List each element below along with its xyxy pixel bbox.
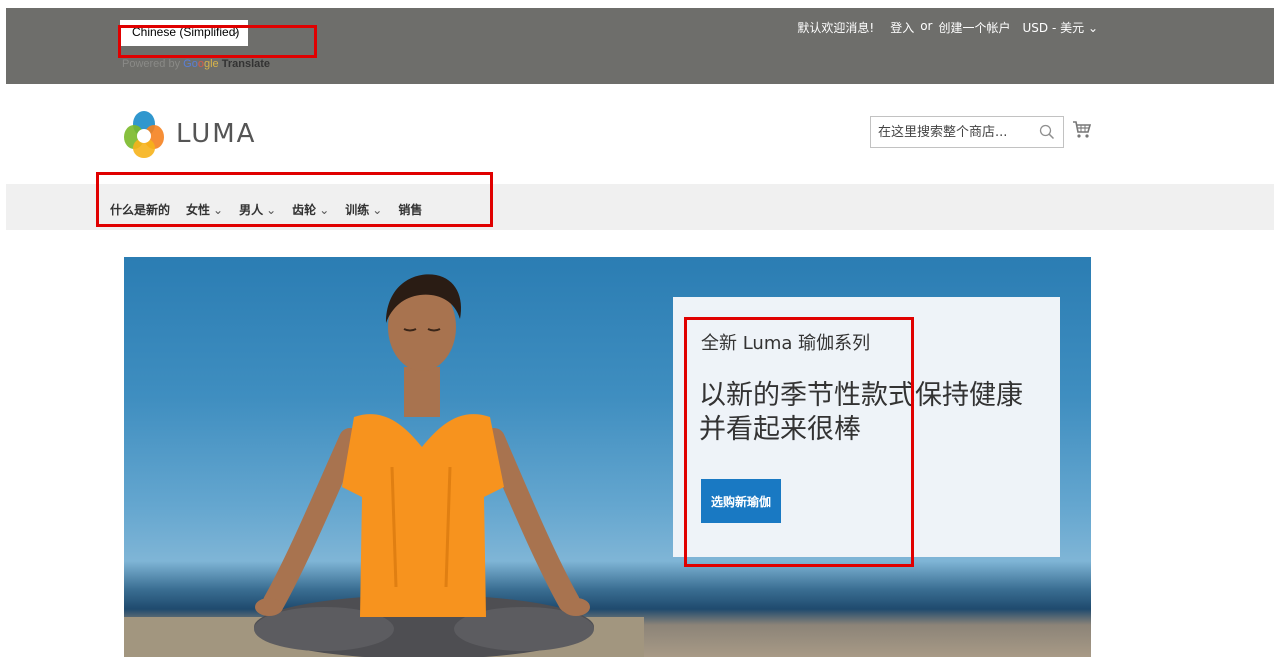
- nav-item-label: 什么是新的: [110, 203, 171, 217]
- luma-logo-icon: [124, 110, 164, 158]
- or-label: or: [920, 19, 933, 33]
- google-logo-part-3: gle: [203, 58, 219, 70]
- language-select[interactable]: Chinese (Simplified) ⌄: [120, 20, 248, 46]
- google-logo-part-1: Go: [183, 58, 198, 70]
- chevron-down-icon: ⌄: [230, 25, 240, 37]
- translate-link[interactable]: Translate: [222, 58, 270, 70]
- nav-item-gear[interactable]: 齿轮 ⌄: [292, 201, 329, 218]
- chevron-down-icon: ⌄: [372, 203, 383, 217]
- shop-new-yoga-button[interactable]: 选购新瑜伽: [701, 479, 781, 523]
- nav-items: 什么是新的 女性 ⌄ 男人 ⌄ 齿轮 ⌄ 训练 ⌄ 销售: [110, 201, 438, 218]
- currency-switcher[interactable]: USD - 美元 ⌄: [1023, 19, 1099, 36]
- yoga-woman-image: [124, 274, 644, 657]
- powered-by-google-translate: Powered by Google Translate: [122, 58, 270, 70]
- search-input[interactable]: [871, 117, 1031, 147]
- promo-headline: 以新的季节性款式保持健康并看起来很棒: [699, 380, 1023, 445]
- promo-card: 全新 Luma 瑜伽系列 以新的季节性款式保持健康并看起来很棒 选购新瑜伽: [673, 297, 1060, 557]
- powered-by-label: Powered by: [122, 58, 181, 70]
- nav-item-whats-new[interactable]: 什么是新的: [110, 201, 170, 218]
- create-account-link[interactable]: 创建一个帐户: [938, 19, 1010, 36]
- search-box: [870, 116, 1064, 148]
- currency-value: USD - 美元: [1022, 21, 1085, 35]
- chevron-down-icon: ⌄: [319, 203, 330, 217]
- cart-icon[interactable]: [1072, 120, 1092, 140]
- nav-item-label: 训练: [345, 203, 370, 217]
- chevron-down-icon: ⌄: [213, 203, 224, 217]
- nav-item-training[interactable]: 训练 ⌄: [345, 201, 382, 218]
- nav-item-label: 齿轮: [292, 203, 317, 217]
- promo-kicker: 全新 Luma 瑜伽系列: [701, 333, 871, 354]
- nav-item-label: 销售: [398, 203, 423, 217]
- welcome-message: 默认欢迎消息!: [797, 21, 875, 35]
- nav-item-men[interactable]: 男人 ⌄: [239, 201, 276, 218]
- nav-item-women[interactable]: 女性 ⌄: [186, 201, 223, 218]
- search-icon[interactable]: [1039, 124, 1055, 140]
- language-select-value: Chinese (Simplified): [132, 25, 240, 39]
- hero-banner[interactable]: 全新 Luma 瑜伽系列 以新的季节性款式保持健康并看起来很棒 选购新瑜伽: [124, 257, 1091, 657]
- nav-item-label: 女性: [186, 203, 211, 217]
- header-links: 默认欢迎消息! 登入 or 创建一个帐户 USD - 美元 ⌄: [797, 19, 1098, 36]
- chevron-down-icon: ⌄: [266, 203, 277, 217]
- nav-item-sale[interactable]: 销售: [398, 201, 422, 218]
- main-navigation: 什么是新的 女性 ⌄ 男人 ⌄ 齿轮 ⌄ 训练 ⌄ 销售: [6, 184, 1274, 230]
- nav-item-label: 男人: [239, 203, 264, 217]
- chevron-down-icon: ⌄: [1087, 21, 1098, 35]
- logo-text: LUMA: [176, 119, 257, 149]
- sign-in-link[interactable]: 登入: [890, 19, 914, 36]
- logo[interactable]: LUMA: [124, 110, 256, 158]
